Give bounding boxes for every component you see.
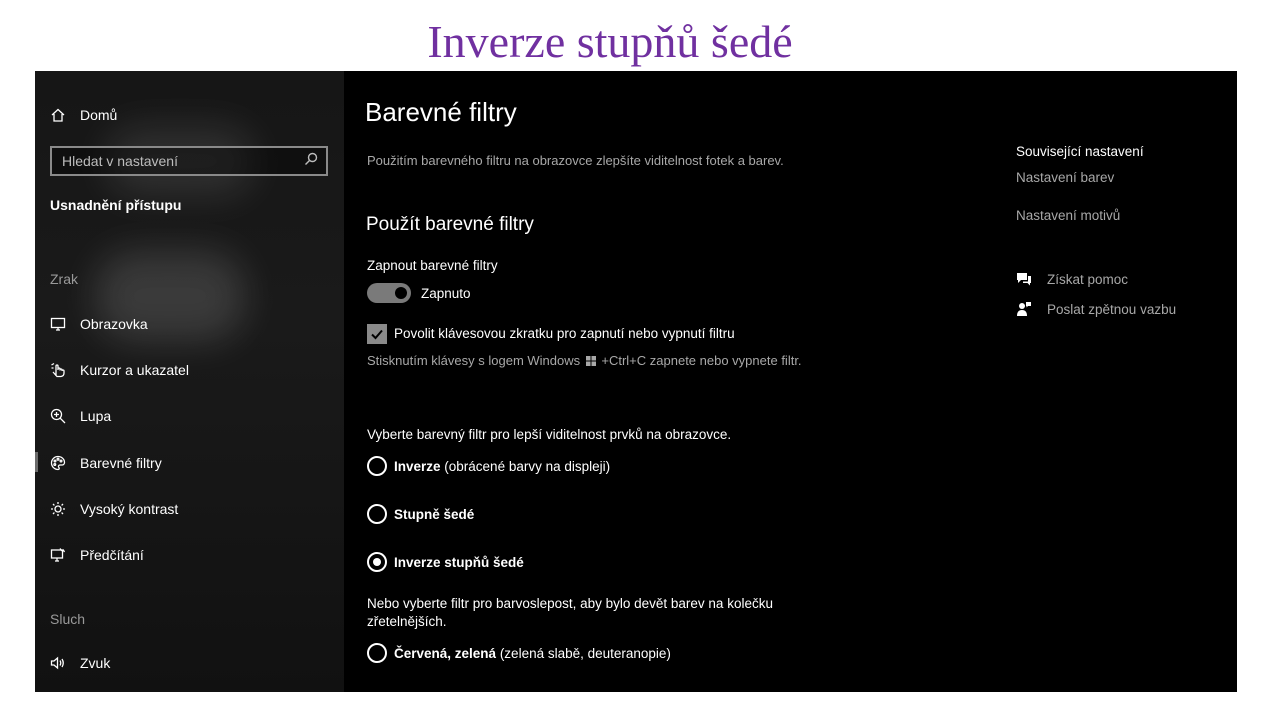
radio-button[interactable]	[367, 643, 387, 663]
sidebar-item-label: Domů	[80, 107, 118, 123]
hint-text-after: +Ctrl+C zapnete nebo vypnete filtr.	[601, 353, 802, 368]
search-box[interactable]	[50, 146, 328, 176]
radio-label: Stupně šedé	[394, 506, 475, 522]
color-filters-toggle[interactable]	[367, 283, 411, 303]
page-title: Barevné filtry	[365, 97, 517, 127]
search-input[interactable]	[62, 153, 304, 169]
radio-inverted[interactable]: Inverze (obrácené barvy na displeji)	[367, 455, 610, 477]
search-icon[interactable]	[304, 152, 318, 171]
sidebar-item-label: Předčítání	[80, 547, 144, 563]
radio-grayscale-inverted[interactable]: Inverze stupňů šedé	[367, 551, 524, 573]
page-description: Použitím barevného filtru na obrazovce z…	[367, 153, 784, 168]
speaker-icon	[49, 654, 67, 672]
choose-filter-label: Vyberte barevný filtr pro lepší viditeln…	[367, 427, 732, 442]
help-chat-icon	[1016, 271, 1032, 287]
radio-label: Červená, zelená	[394, 645, 497, 661]
sidebar-item-label: Lupa	[80, 408, 112, 424]
sidebar-item-home[interactable]: Domů	[49, 100, 329, 130]
radio-button[interactable]	[367, 456, 387, 476]
magnifier-icon	[49, 407, 67, 425]
radio-red-green[interactable]: Červená, zelená (zelená slabě, deuterano…	[367, 642, 671, 664]
colorblind-label: Nebo vyberte filtr pro barvoslepost, aby…	[367, 596, 773, 629]
radio-label: Inverze stupňů šedé	[394, 554, 524, 570]
section-title: Usnadnění přístupu	[50, 197, 182, 213]
selection-indicator	[35, 452, 38, 472]
category-hearing: Sluch	[50, 611, 86, 627]
radio-dot	[373, 558, 381, 566]
narrator-icon	[49, 546, 67, 564]
windows-logo-icon	[585, 353, 596, 366]
hint-text-before: Stisknutím klávesy s logem Windows	[367, 353, 581, 368]
get-help-link[interactable]: Získat pomoc	[1016, 271, 1128, 287]
related-settings: Související nastavení Nastavení barev Na…	[1016, 71, 1236, 692]
slide-title: Inverze stupňů šedé	[427, 16, 793, 67]
palette-icon	[49, 454, 67, 472]
toggle-knob	[395, 287, 407, 299]
radio-label: Inverze	[394, 458, 441, 474]
main-content: Barevné filtry Použitím barevného filtru…	[344, 71, 984, 692]
sidebar-item-magnifier[interactable]: Lupa	[49, 401, 329, 431]
cursor-icon	[49, 361, 67, 379]
sidebar-item-cursor[interactable]: Kurzor a ukazatel	[49, 355, 329, 385]
settings-window: Domů Usnadnění přístupu Zrak Obrazovka K…	[35, 71, 1237, 692]
shortcut-checkbox[interactable]	[367, 324, 387, 344]
sidebar-item-label: Kurzor a ukazatel	[80, 362, 189, 378]
checkmark-icon	[371, 329, 383, 340]
radio-detail: (zelená slabě, deuteranopie)	[496, 645, 671, 661]
sidebar-item-label: Barevné filtry	[80, 455, 162, 471]
feedback-link[interactable]: Poslat zpětnou vazbu	[1016, 301, 1176, 317]
sidebar-item-label: Vysoký kontrast	[80, 501, 179, 517]
home-icon	[49, 106, 67, 124]
sidebar-item-label: Obrazovka	[80, 316, 148, 332]
monitor-icon	[49, 315, 67, 333]
radio-grayscale[interactable]: Stupně šedé	[367, 503, 474, 525]
sun-icon	[49, 500, 67, 518]
feedback-icon	[1016, 301, 1032, 317]
toggle-state-label: Zapnuto	[421, 286, 471, 301]
section-heading: Použít barevné filtry	[366, 214, 534, 235]
feedback-label: Poslat zpětnou vazbu	[1047, 301, 1177, 317]
shortcut-checkbox-label: Povolit klávesovou zkratku pro zapnutí n…	[394, 326, 735, 341]
toggle-caption: Zapnout barevné filtry	[367, 258, 498, 273]
sidebar-item-display[interactable]: Obrazovka	[49, 309, 329, 339]
category-vision: Zrak	[50, 271, 78, 287]
shortcut-hint: Stisknutím klávesy s logem Windows +Ctrl…	[367, 352, 807, 370]
sidebar-item-narrator[interactable]: Předčítání	[49, 540, 329, 570]
sidebar-item-color-filters[interactable]: Barevné filtry	[49, 448, 329, 478]
get-help-label: Získat pomoc	[1047, 271, 1129, 287]
sidebar-item-high-contrast[interactable]: Vysoký kontrast	[49, 494, 329, 524]
related-heading: Související nastavení	[1016, 144, 1144, 159]
link-color-settings[interactable]: Nastavení barev	[1016, 170, 1114, 185]
link-theme-settings[interactable]: Nastavení motivů	[1016, 208, 1120, 223]
radio-detail: (obrácené barvy na displeji)	[440, 458, 611, 474]
radio-button[interactable]	[367, 504, 387, 524]
sidebar-item-label: Zvuk	[80, 655, 111, 671]
sidebar-item-sound[interactable]: Zvuk	[49, 648, 329, 678]
radio-button-selected[interactable]	[367, 552, 387, 572]
sidebar: Domů Usnadnění přístupu Zrak Obrazovka K…	[35, 71, 344, 692]
